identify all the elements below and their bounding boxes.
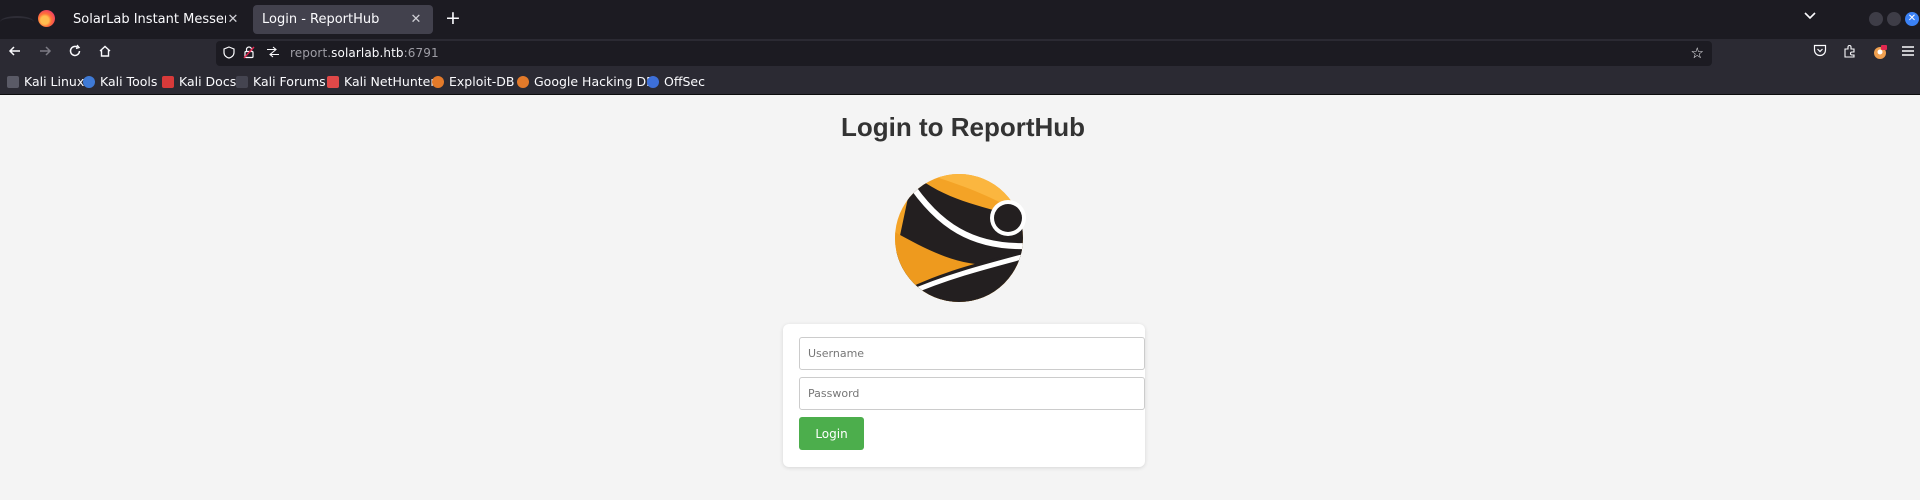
kali-nethunter-icon [327,75,339,88]
menu-icon[interactable] [1899,44,1917,62]
kali-docs-icon [162,75,174,88]
bookmark-google-hacking-db[interactable]: Google Hacking DB [517,74,655,89]
firefox-icon[interactable] [38,10,55,27]
bookmark-label: Kali Linux [24,74,85,89]
close-window-button[interactable]: ✕ [1905,12,1919,26]
username-input[interactable] [799,337,1145,370]
page-title: Login to ReportHub [840,112,1086,142]
navigation-toolbar: report.solarlab.htb:6791 ☆ [0,39,1920,68]
url-prefix: report. [290,46,332,60]
permissions-icon[interactable] [265,46,280,61]
bookmark-label: Kali Tools [100,74,158,89]
new-tab-button[interactable]: + [443,7,463,29]
ghdb-icon [517,75,529,88]
page-content: Login to ReportHub Login [0,96,1920,500]
bookmark-label: Kali Forums [253,74,326,89]
address-bar[interactable]: report.solarlab.htb:6791 ☆ [216,41,1712,66]
kali-forums-icon [236,75,248,88]
reload-button[interactable] [64,42,86,64]
bookmark-offsec[interactable]: OffSec [647,74,705,89]
bookmark-label: Kali NetHunter [344,74,436,89]
shield-icon[interactable] [221,46,236,61]
bookmark-label: Exploit-DB [449,74,515,89]
reporthub-logo [895,174,1026,302]
tab-login-reporthub[interactable]: Login - ReportHub ✕ [253,5,433,34]
bookmark-label: Kali Docs [179,74,237,89]
tab-solarlab-messenger[interactable]: SolarLab Instant Messenger ✕ [64,5,250,34]
account-avatar-icon[interactable] [1871,44,1889,62]
url-port: :6791 [403,46,439,60]
extensions-icon[interactable] [1841,44,1859,62]
tab-overflow-edge [0,16,34,28]
url-text[interactable]: report.solarlab.htb:6791 [290,46,439,60]
close-icon[interactable]: ✕ [409,12,423,27]
bookmark-label: Google Hacking DB [534,74,655,89]
password-input[interactable] [799,377,1145,410]
pocket-icon[interactable] [1811,44,1829,62]
close-icon[interactable]: ✕ [226,12,240,27]
bookmarks-toolbar: Kali Linux Kali Tools Kali Docs Kali For… [0,68,1920,95]
url-host: solarlab.htb [331,46,404,60]
login-button[interactable]: Login [799,417,864,450]
bookmark-kali-forums[interactable]: Kali Forums [236,74,326,89]
bookmark-kali-docs[interactable]: Kali Docs [162,74,236,89]
minimize-button[interactable] [1869,12,1883,26]
home-button[interactable] [94,42,116,64]
offsec-icon [647,75,659,88]
insecure-lock-icon[interactable] [241,46,256,61]
chevron-down-icon[interactable] [1804,9,1816,24]
tab-label: SolarLab Instant Messenger [73,12,226,27]
back-button[interactable] [4,42,26,64]
kali-dragon-icon [7,75,19,88]
exploit-db-icon [432,75,444,88]
bookmark-kali-nethunter[interactable]: Kali NetHunter [327,74,435,89]
maximize-button[interactable] [1887,12,1901,26]
tab-label: Login - ReportHub [262,12,380,27]
tab-bar: SolarLab Instant Messenger ✕ Login - Rep… [0,0,1920,39]
bookmark-exploit-db[interactable]: Exploit-DB [432,74,514,89]
bookmark-label: OffSec [664,74,705,89]
forward-button[interactable] [34,42,56,64]
bookmark-star-icon[interactable]: ☆ [1691,44,1704,62]
kali-tools-icon [83,75,95,88]
bookmark-kali-tools[interactable]: Kali Tools [83,74,157,89]
login-form: Login [783,324,1145,467]
bookmark-kali-linux[interactable]: Kali Linux [7,74,84,89]
